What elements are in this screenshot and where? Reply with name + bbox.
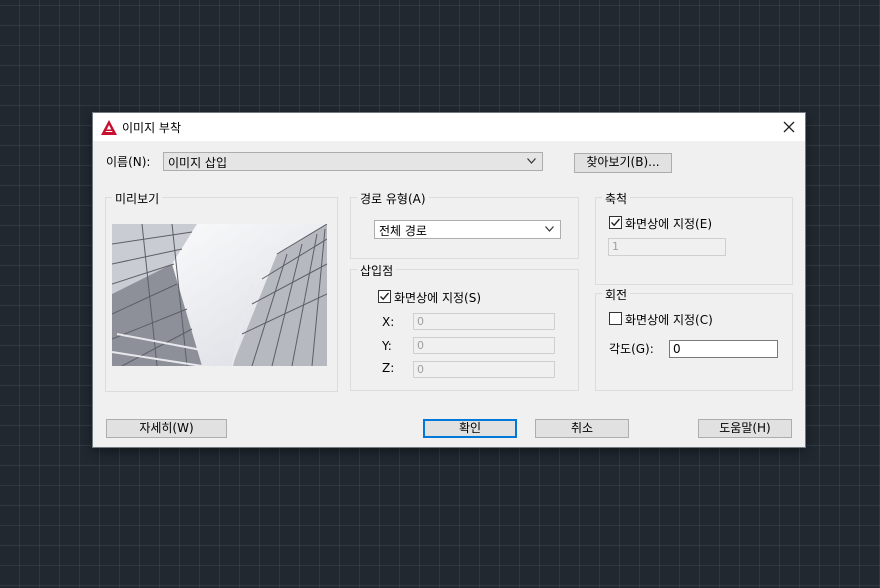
attach-image-dialog: 이미지 부착 이름(N): 이미지 삽입 찾아보기(B)... 미리보기 경로 … — [93, 113, 805, 447]
angle-input[interactable]: 0 — [669, 340, 778, 358]
z-label: Z: — [382, 361, 395, 375]
dialog-title: 이미지 부착 — [122, 121, 182, 135]
z-field[interactable]: 0 — [413, 361, 555, 378]
name-label: 이름(N): — [106, 155, 151, 169]
rotation-group-title: 회전 — [602, 286, 631, 303]
name-dropdown[interactable]: 이미지 삽입 — [163, 152, 543, 171]
y-field[interactable]: 0 — [413, 337, 555, 354]
ok-button[interactable]: 확인 — [423, 419, 517, 438]
name-value: 이미지 삽입 — [168, 156, 228, 170]
path-type-group-title: 경로 유형(A) — [357, 190, 429, 207]
preview-image — [112, 224, 327, 366]
insertion-point-group-title: 삽입점 — [357, 262, 397, 279]
cancel-button[interactable]: 취소 — [535, 419, 629, 438]
scale-specify-label: 화면상에 지정(E) — [625, 217, 713, 231]
x-field[interactable]: 0 — [413, 313, 555, 330]
chevron-down-icon — [527, 158, 536, 164]
title-bar: 이미지 부착 — [93, 113, 805, 141]
path-type-value: 전체 경로 — [379, 224, 427, 238]
path-type-dropdown[interactable]: 전체 경로 — [374, 220, 561, 239]
checkmark-icon — [611, 218, 620, 227]
autocad-icon — [101, 120, 117, 135]
preview-group: 미리보기 — [105, 190, 338, 392]
rotation-specify-label: 화면상에 지정(C) — [625, 313, 713, 327]
chevron-down-icon — [545, 226, 554, 232]
rotation-specify-checkbox[interactable] — [609, 312, 622, 325]
scale-specify-checkbox[interactable] — [609, 216, 622, 229]
browse-button[interactable]: 찾아보기(B)... — [574, 153, 672, 173]
scale-group-title: 축척 — [602, 190, 631, 207]
close-icon[interactable] — [777, 117, 801, 137]
preview-group-title: 미리보기 — [112, 190, 163, 207]
insertion-specify-label: 화면상에 지정(S) — [394, 291, 482, 305]
y-label: Y: — [382, 339, 392, 353]
details-button[interactable]: 자세히(W) — [106, 419, 227, 438]
insertion-specify-checkbox[interactable] — [378, 290, 391, 303]
scale-field[interactable]: 1 — [608, 238, 726, 256]
x-label: X: — [382, 315, 395, 329]
angle-label: 각도(G): — [609, 342, 654, 356]
checkmark-icon — [380, 292, 389, 301]
help-button[interactable]: 도움말(H) — [698, 419, 792, 438]
